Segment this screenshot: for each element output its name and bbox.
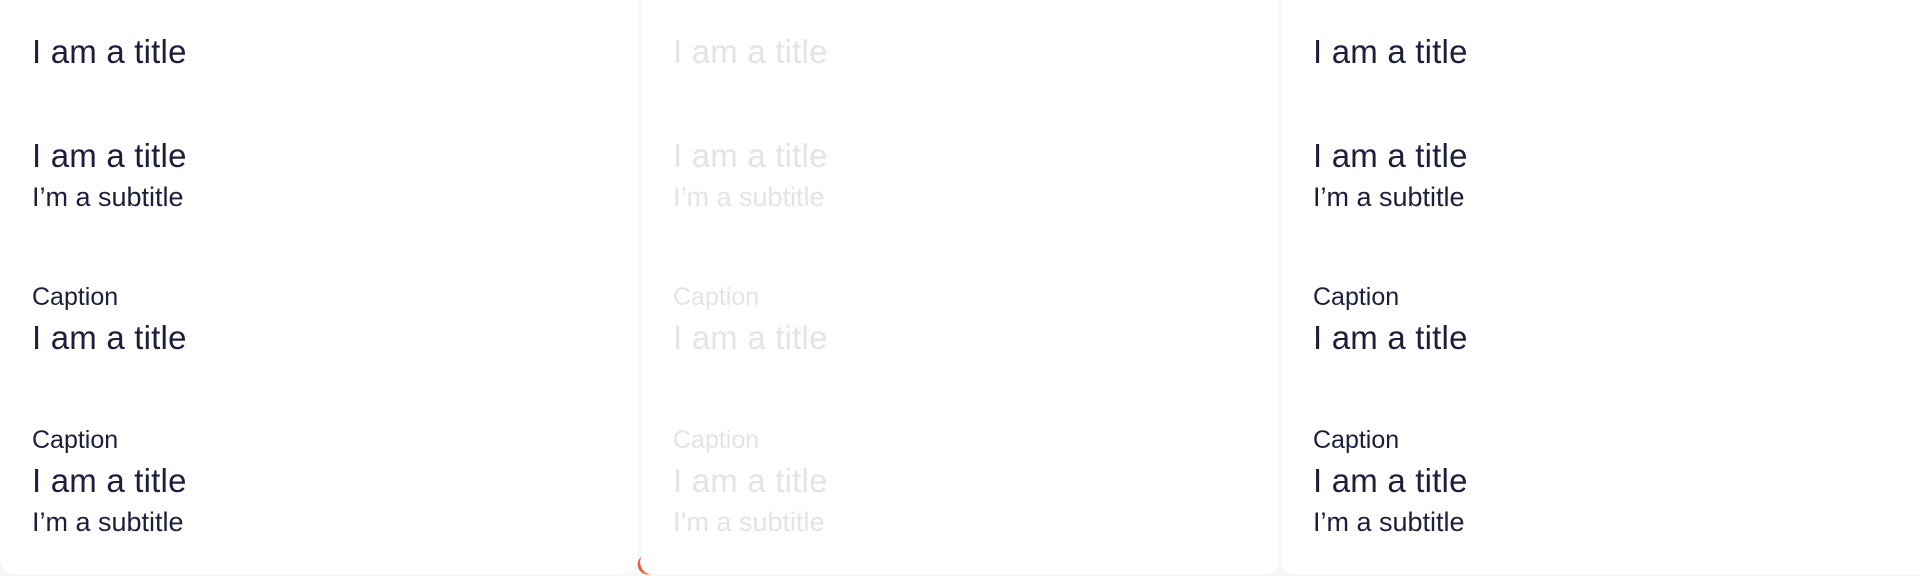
subtitle-text: I’m a subtitle [32, 182, 184, 212]
title-text: I am a title [1313, 33, 1468, 70]
title-subtitle-block: I am a title I’m a subtitle [673, 136, 828, 214]
title-text: I am a title [673, 137, 828, 174]
subtitle-text: I’m a subtitle [673, 182, 825, 212]
subtitle-text: I’m a subtitle [32, 507, 184, 537]
caption-text: Caption [1313, 426, 1400, 454]
subtitle-text: I’m a subtitle [673, 507, 825, 537]
typography-card-default: I am a title I am a title I’m a subtitle… [0, 0, 638, 574]
caption-title-block: Caption I am a title [32, 282, 187, 358]
title-text: I am a title [673, 33, 828, 70]
title-text: I am a title [673, 319, 828, 356]
subtitle-text: I’m a subtitle [1313, 182, 1465, 212]
title-text: I am a title [1313, 137, 1468, 174]
title-text: I am a title [1313, 319, 1468, 356]
title-only-block: I am a title [32, 32, 187, 72]
caption-title-subtitle-block: Caption I am a title I’m a subtitle [1313, 425, 1468, 539]
title-only-block: I am a title [673, 32, 828, 72]
caption-title-block: Caption I am a title [673, 282, 828, 358]
title-subtitle-block: I am a title I’m a subtitle [1313, 136, 1468, 214]
typography-card-default-alt: I am a title I am a title I’m a subtitle… [1281, 0, 1920, 574]
caption-title-block: Caption I am a title [1313, 282, 1468, 358]
typography-card-disabled: I am a title I am a title I’m a subtitle… [641, 0, 1279, 574]
title-subtitle-block: I am a title I’m a subtitle [32, 136, 187, 214]
caption-text: Caption [673, 283, 760, 311]
title-only-block: I am a title [1313, 32, 1468, 72]
subtitle-text: I’m a subtitle [1313, 507, 1465, 537]
title-text: I am a title [673, 462, 828, 499]
caption-text: Caption [32, 283, 119, 311]
caption-text: Caption [32, 426, 119, 454]
caption-title-subtitle-block: Caption I am a title I’m a subtitle [32, 425, 187, 539]
typography-canvas: I am a title I am a title I’m a subtitle… [0, 0, 1920, 576]
title-text: I am a title [32, 33, 187, 70]
caption-title-subtitle-block: Caption I am a title I’m a subtitle [673, 425, 828, 539]
title-text: I am a title [32, 462, 187, 499]
title-text: I am a title [32, 319, 187, 356]
title-text: I am a title [32, 137, 187, 174]
title-text: I am a title [1313, 462, 1468, 499]
caption-text: Caption [1313, 283, 1400, 311]
caption-text: Caption [673, 426, 760, 454]
